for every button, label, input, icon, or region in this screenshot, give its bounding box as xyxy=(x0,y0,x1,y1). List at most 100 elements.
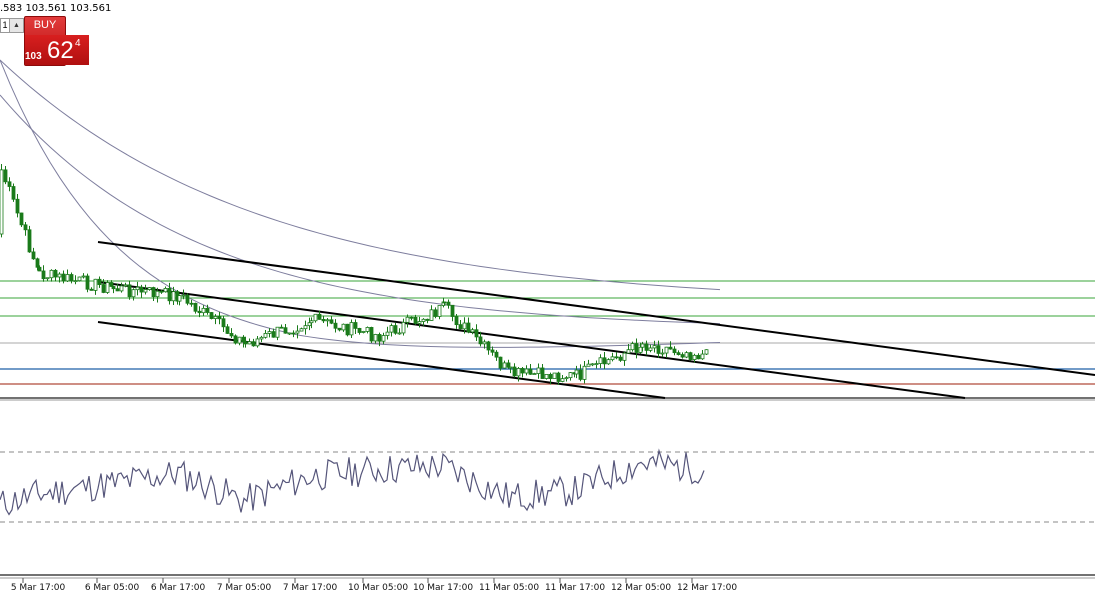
candle-body xyxy=(193,302,198,312)
time-axis-label: 11 Mar 05:00 xyxy=(479,583,539,593)
candle-body xyxy=(433,309,438,317)
candle-body xyxy=(425,318,430,321)
candle-body xyxy=(688,352,693,360)
candle-body xyxy=(325,319,330,322)
candle-body xyxy=(502,362,507,369)
candle-body xyxy=(0,169,4,235)
candle-body xyxy=(664,346,669,354)
candle-body xyxy=(630,343,635,351)
time-axis-label: 10 Mar 05:00 xyxy=(348,583,408,593)
candle-body xyxy=(329,319,334,324)
candle-body xyxy=(291,332,296,335)
candle-body xyxy=(3,169,8,183)
candle-body xyxy=(135,286,140,291)
candle-body xyxy=(602,357,607,365)
candle-body xyxy=(131,289,136,298)
candle-body xyxy=(341,323,346,331)
candle-body xyxy=(676,352,681,355)
candle-body xyxy=(57,273,62,278)
candle-body xyxy=(582,365,587,380)
candle-body xyxy=(89,288,94,291)
candle-body xyxy=(299,328,304,332)
candle-body xyxy=(536,367,541,374)
candle-body xyxy=(307,322,312,327)
buy-price-prefix: 103 xyxy=(25,51,42,62)
lot-spin-up-icon[interactable]: ▲ xyxy=(9,18,24,33)
candle-body xyxy=(209,312,214,319)
candle-body xyxy=(490,349,495,353)
candle-body xyxy=(618,356,623,361)
candle-body xyxy=(478,336,483,345)
candle-body xyxy=(401,321,406,334)
candle-body xyxy=(225,326,230,334)
candle-body xyxy=(652,345,657,349)
candle-body xyxy=(482,341,487,345)
candle-body xyxy=(115,288,120,292)
time-axis-label: 7 Mar 05:00 xyxy=(217,583,272,593)
candle-body xyxy=(123,284,128,287)
candle-body xyxy=(45,277,50,280)
chart-canvas[interactable]: 5 Mar 17:00 6 Mar 05:00 6 Mar 17:00 7 Mar 0… xyxy=(0,0,1095,600)
candle-body xyxy=(189,302,194,305)
oscillator-line xyxy=(0,448,705,516)
candle-body xyxy=(77,276,82,282)
moving-average-slow xyxy=(0,59,721,291)
buy-label: BUY xyxy=(33,19,57,31)
candle-body xyxy=(442,301,447,304)
candle-body xyxy=(81,275,86,278)
candle-body xyxy=(574,369,579,375)
time-axis-label: 6 Mar 17:00 xyxy=(151,583,206,593)
candle-body xyxy=(462,322,467,330)
candle-body xyxy=(345,323,350,336)
candle-body xyxy=(15,198,20,214)
candle-body xyxy=(35,258,40,268)
buy-button[interactable]: BUY 103 62 4 xyxy=(24,16,89,66)
candle-body xyxy=(73,280,78,283)
candle-body xyxy=(421,318,426,322)
candle-body xyxy=(544,374,549,379)
candle-body xyxy=(458,324,463,330)
candle-body xyxy=(27,229,32,253)
candle-body xyxy=(409,316,414,319)
candle-body xyxy=(53,269,58,278)
candle-body xyxy=(317,313,322,320)
candle-body xyxy=(167,288,172,302)
candle-body xyxy=(119,285,124,292)
candle-body xyxy=(143,289,148,293)
candle-body xyxy=(413,316,418,324)
candle-body xyxy=(568,372,573,379)
candle-body xyxy=(704,349,709,355)
channel-lower-trendline xyxy=(97,321,666,399)
candle-body xyxy=(251,341,256,347)
candle-body xyxy=(159,290,164,293)
candle-body xyxy=(594,363,599,365)
candle-body xyxy=(7,181,12,187)
time-axis-label: 5 Mar 17:00 xyxy=(11,583,66,593)
candle-body xyxy=(151,287,156,298)
candle-body xyxy=(247,341,252,345)
candle-body xyxy=(610,356,615,361)
candle-body xyxy=(606,359,611,365)
candle-body xyxy=(185,294,190,304)
candle-body xyxy=(271,331,276,338)
candle-body xyxy=(552,372,557,379)
candle-body xyxy=(369,327,374,342)
candle-body xyxy=(377,334,382,342)
candle-body xyxy=(417,321,422,324)
time-axis-label: 11 Mar 17:00 xyxy=(545,583,605,593)
candle-body xyxy=(69,274,74,282)
candle-body xyxy=(692,354,697,360)
candle-body xyxy=(263,333,268,338)
chart-window[interactable]: 5 Mar 17:00 6 Mar 05:00 6 Mar 17:00 7 Mar 0… xyxy=(0,0,1095,600)
candle-body xyxy=(626,349,631,354)
time-axis-label: 10 Mar 17:00 xyxy=(413,583,473,593)
candle-body xyxy=(446,301,451,306)
ohlc-readout: .583 103.561 103.561 xyxy=(0,3,112,14)
candle-body xyxy=(454,316,459,326)
time-axis-label: 6 Mar 05:00 xyxy=(85,583,140,593)
candle-body xyxy=(640,343,645,348)
candle-body xyxy=(556,372,561,382)
candle-body xyxy=(313,313,318,322)
candle-body xyxy=(672,348,677,354)
candle-body xyxy=(486,341,491,351)
